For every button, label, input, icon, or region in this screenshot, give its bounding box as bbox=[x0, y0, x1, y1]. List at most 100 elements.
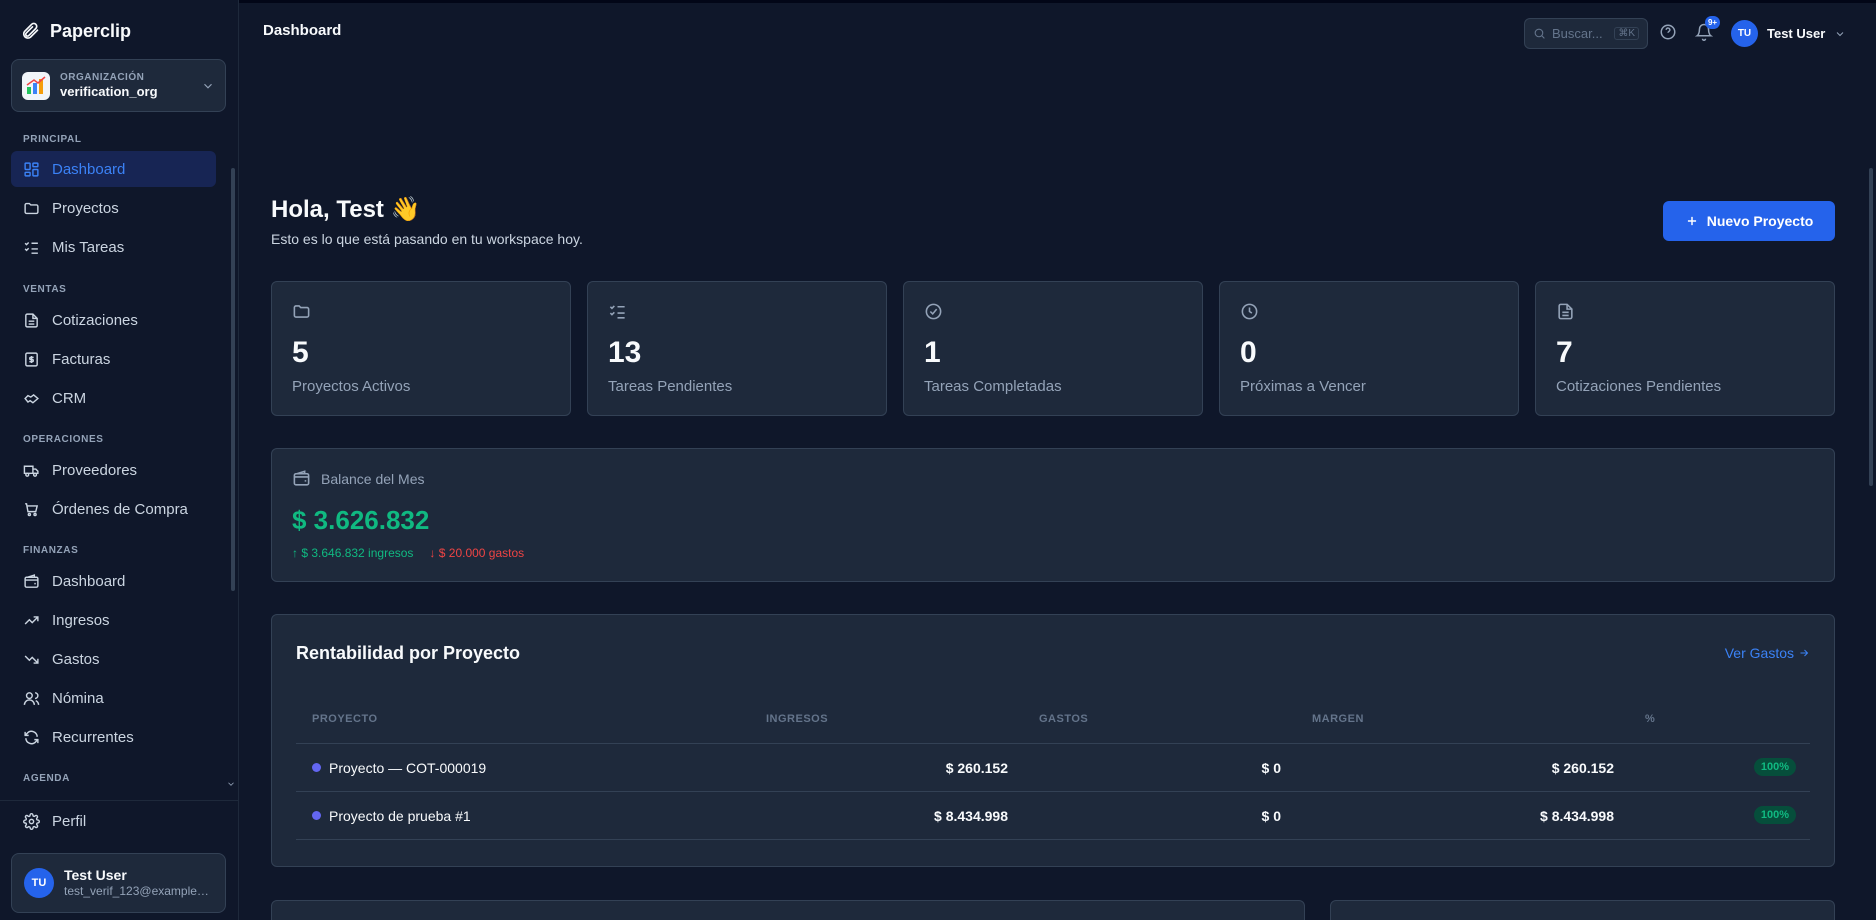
search-input[interactable]: Buscar... ⌘K bbox=[1524, 18, 1648, 49]
search-shortcut: ⌘K bbox=[1614, 27, 1639, 40]
page-scrollbar[interactable] bbox=[1869, 168, 1873, 486]
project-cell: Proyecto — COT-000019 bbox=[312, 760, 486, 776]
sidebar-item-gastos[interactable]: Gastos bbox=[11, 641, 216, 677]
expenses-cell: $ 0 bbox=[1261, 760, 1281, 776]
sidebar-item-facturas[interactable]: Facturas bbox=[11, 341, 216, 377]
sidebar-item-recurrentes[interactable]: Recurrentes bbox=[11, 719, 216, 755]
sidebar-item-label: Proyectos bbox=[52, 199, 119, 217]
wallet-icon bbox=[24, 573, 39, 588]
sidebar-item-label: Ingresos bbox=[52, 611, 110, 629]
column-header: MARGEN bbox=[1312, 713, 1364, 725]
balance-value: $ 3.626.832 bbox=[292, 505, 430, 535]
brand[interactable]: Paperclip bbox=[20, 18, 131, 44]
org-name: verification_org bbox=[60, 83, 158, 99]
topbar: Dashboard Buscar... ⌘K 9+ TU Test User bbox=[239, 0, 1876, 60]
sidebar-item-label: Gastos bbox=[52, 650, 100, 668]
stat-label: Tareas Pendientes bbox=[608, 378, 733, 395]
sidebar-item-finanzas-dashboard[interactable]: Dashboard bbox=[11, 563, 216, 599]
truck-icon bbox=[23, 465, 39, 477]
invoice-icon bbox=[25, 351, 38, 367]
sidebar-item-label: Proveedores bbox=[52, 461, 138, 479]
stat-card-pending-quotes[interactable]: 7 Cotizaciones Pendientes bbox=[1535, 281, 1835, 416]
sidebar-item-ordenes-de-compra[interactable]: Órdenes de Compra bbox=[11, 491, 216, 527]
sidebar-item-label: Órdenes de Compra bbox=[52, 500, 188, 518]
users-icon bbox=[23, 691, 40, 705]
stat-card-completed-tasks[interactable]: 1 Tareas Completadas bbox=[903, 281, 1203, 416]
app-name: Paperclip bbox=[50, 20, 132, 41]
project-name: Proyecto de prueba #1 bbox=[329, 808, 471, 824]
help-button[interactable] bbox=[1659, 23, 1679, 43]
org-label: ORGANIZACIÓN bbox=[60, 71, 145, 83]
cart-icon bbox=[25, 502, 39, 516]
document-icon bbox=[25, 312, 38, 328]
sidebar-item-perfil[interactable]: Perfil bbox=[11, 803, 216, 839]
chevron-down-icon[interactable] bbox=[226, 779, 236, 789]
user-menu[interactable]: TU Test User bbox=[1731, 20, 1846, 47]
margin-cell: $ 260.152 bbox=[1551, 760, 1614, 776]
sidebar-scrollbar[interactable] bbox=[231, 168, 235, 591]
balance-title: Balance del Mes bbox=[321, 470, 425, 487]
sidebar-item-label: Facturas bbox=[52, 350, 111, 368]
plus-icon bbox=[1687, 216, 1696, 226]
project-name: Proyecto — COT-000019 bbox=[329, 760, 487, 776]
stat-card-pending-tasks[interactable]: 13 Tareas Pendientes bbox=[587, 281, 887, 416]
stat-label: Proyectos Activos bbox=[292, 378, 411, 395]
profitability-title: Rentabilidad por Proyecto bbox=[296, 643, 521, 663]
arrow-right-icon bbox=[1800, 649, 1809, 657]
sidebar-item-proyectos[interactable]: Proyectos bbox=[11, 190, 216, 226]
sidebar: Paperclip ORGANIZACIÓN verification_org … bbox=[0, 0, 239, 920]
balance-income: ↑ $ 3.646.832 ingresos bbox=[292, 546, 414, 560]
sidebar-item-crm[interactable]: CRM bbox=[11, 380, 216, 416]
user-card[interactable]: TU Test User test_verif_123@example.com bbox=[11, 853, 226, 913]
organization-switcher[interactable]: ORGANIZACIÓN verification_org bbox=[11, 59, 226, 112]
sidebar-item-ingresos[interactable]: Ingresos bbox=[11, 602, 216, 638]
sidebar-item-proveedores[interactable]: Proveedores bbox=[11, 452, 216, 488]
stat-label: Próximas a Vencer bbox=[1240, 378, 1366, 395]
notification-badge: 9+ bbox=[1705, 16, 1720, 29]
user-name: Test User bbox=[64, 867, 127, 884]
avatar: TU bbox=[24, 868, 54, 898]
new-project-button[interactable]: Nuevo Proyecto bbox=[1663, 201, 1835, 241]
stat-label: Cotizaciones Pendientes bbox=[1556, 378, 1722, 395]
trending-down-icon bbox=[24, 654, 39, 664]
table-row[interactable]: Proyecto — COT-000019 $ 260.152 $ 0 $ 26… bbox=[296, 744, 1810, 792]
project-dot bbox=[312, 763, 321, 772]
chevron-down-icon bbox=[1836, 31, 1844, 36]
column-header: GASTOS bbox=[1039, 713, 1089, 725]
help-icon bbox=[1660, 24, 1676, 40]
margin-cell: $ 8.434.998 bbox=[1540, 808, 1614, 824]
user-email: test_verif_123@example.com bbox=[64, 884, 209, 899]
section-principal: PRINCIPAL bbox=[23, 134, 82, 145]
sidebar-item-nomina[interactable]: Nómina bbox=[11, 680, 216, 716]
sidebar-item-label: Cotizaciones bbox=[52, 311, 138, 329]
column-header: INGRESOS bbox=[766, 713, 829, 725]
wallet-icon bbox=[293, 470, 310, 486]
page-title: Dashboard bbox=[263, 22, 342, 39]
paperclip-icon bbox=[22, 22, 39, 39]
wave-emoji: 👋 bbox=[390, 196, 421, 223]
project-dot bbox=[312, 811, 321, 820]
income-cell: $ 260.152 bbox=[945, 760, 1008, 776]
gear-icon bbox=[23, 812, 40, 830]
notifications-button[interactable]: 9+ bbox=[1694, 16, 1720, 43]
table-header: PROYECTO INGRESOS GASTOS MARGEN % bbox=[296, 693, 1810, 744]
section-ventas: VENTAS bbox=[23, 284, 67, 295]
balance-card: Balance del Mes $ 3.626.832 ↑ $ 3.646.83… bbox=[271, 448, 1835, 582]
view-expenses-link[interactable]: Ver Gastos bbox=[1725, 645, 1810, 661]
stat-card-due-soon[interactable]: 0 Próximas a Vencer bbox=[1219, 281, 1519, 416]
sidebar-item-label: CRM bbox=[52, 389, 87, 407]
sidebar-item-mis-tareas[interactable]: Mis Tareas bbox=[11, 229, 216, 265]
stat-value: 13 bbox=[608, 336, 642, 369]
sidebar-item-label: Dashboard bbox=[52, 160, 126, 178]
greeting: Hola, Test 👋 bbox=[271, 195, 420, 224]
sidebar-item-label: Perfil bbox=[52, 812, 87, 830]
bottom-card-right bbox=[1330, 900, 1835, 920]
greeting-text: Hola, Test bbox=[271, 196, 384, 223]
table-row[interactable]: Proyecto de prueba #1 $ 8.434.998 $ 0 $ … bbox=[296, 792, 1810, 840]
sidebar-item-cotizaciones[interactable]: Cotizaciones bbox=[11, 302, 216, 338]
sidebar-item-dashboard[interactable]: Dashboard bbox=[11, 151, 216, 187]
check-circle-icon bbox=[925, 303, 942, 320]
stat-card-active-projects[interactable]: 5 Proyectos Activos bbox=[271, 281, 571, 416]
document-icon bbox=[1558, 303, 1573, 320]
chevron-down-icon bbox=[204, 83, 212, 89]
